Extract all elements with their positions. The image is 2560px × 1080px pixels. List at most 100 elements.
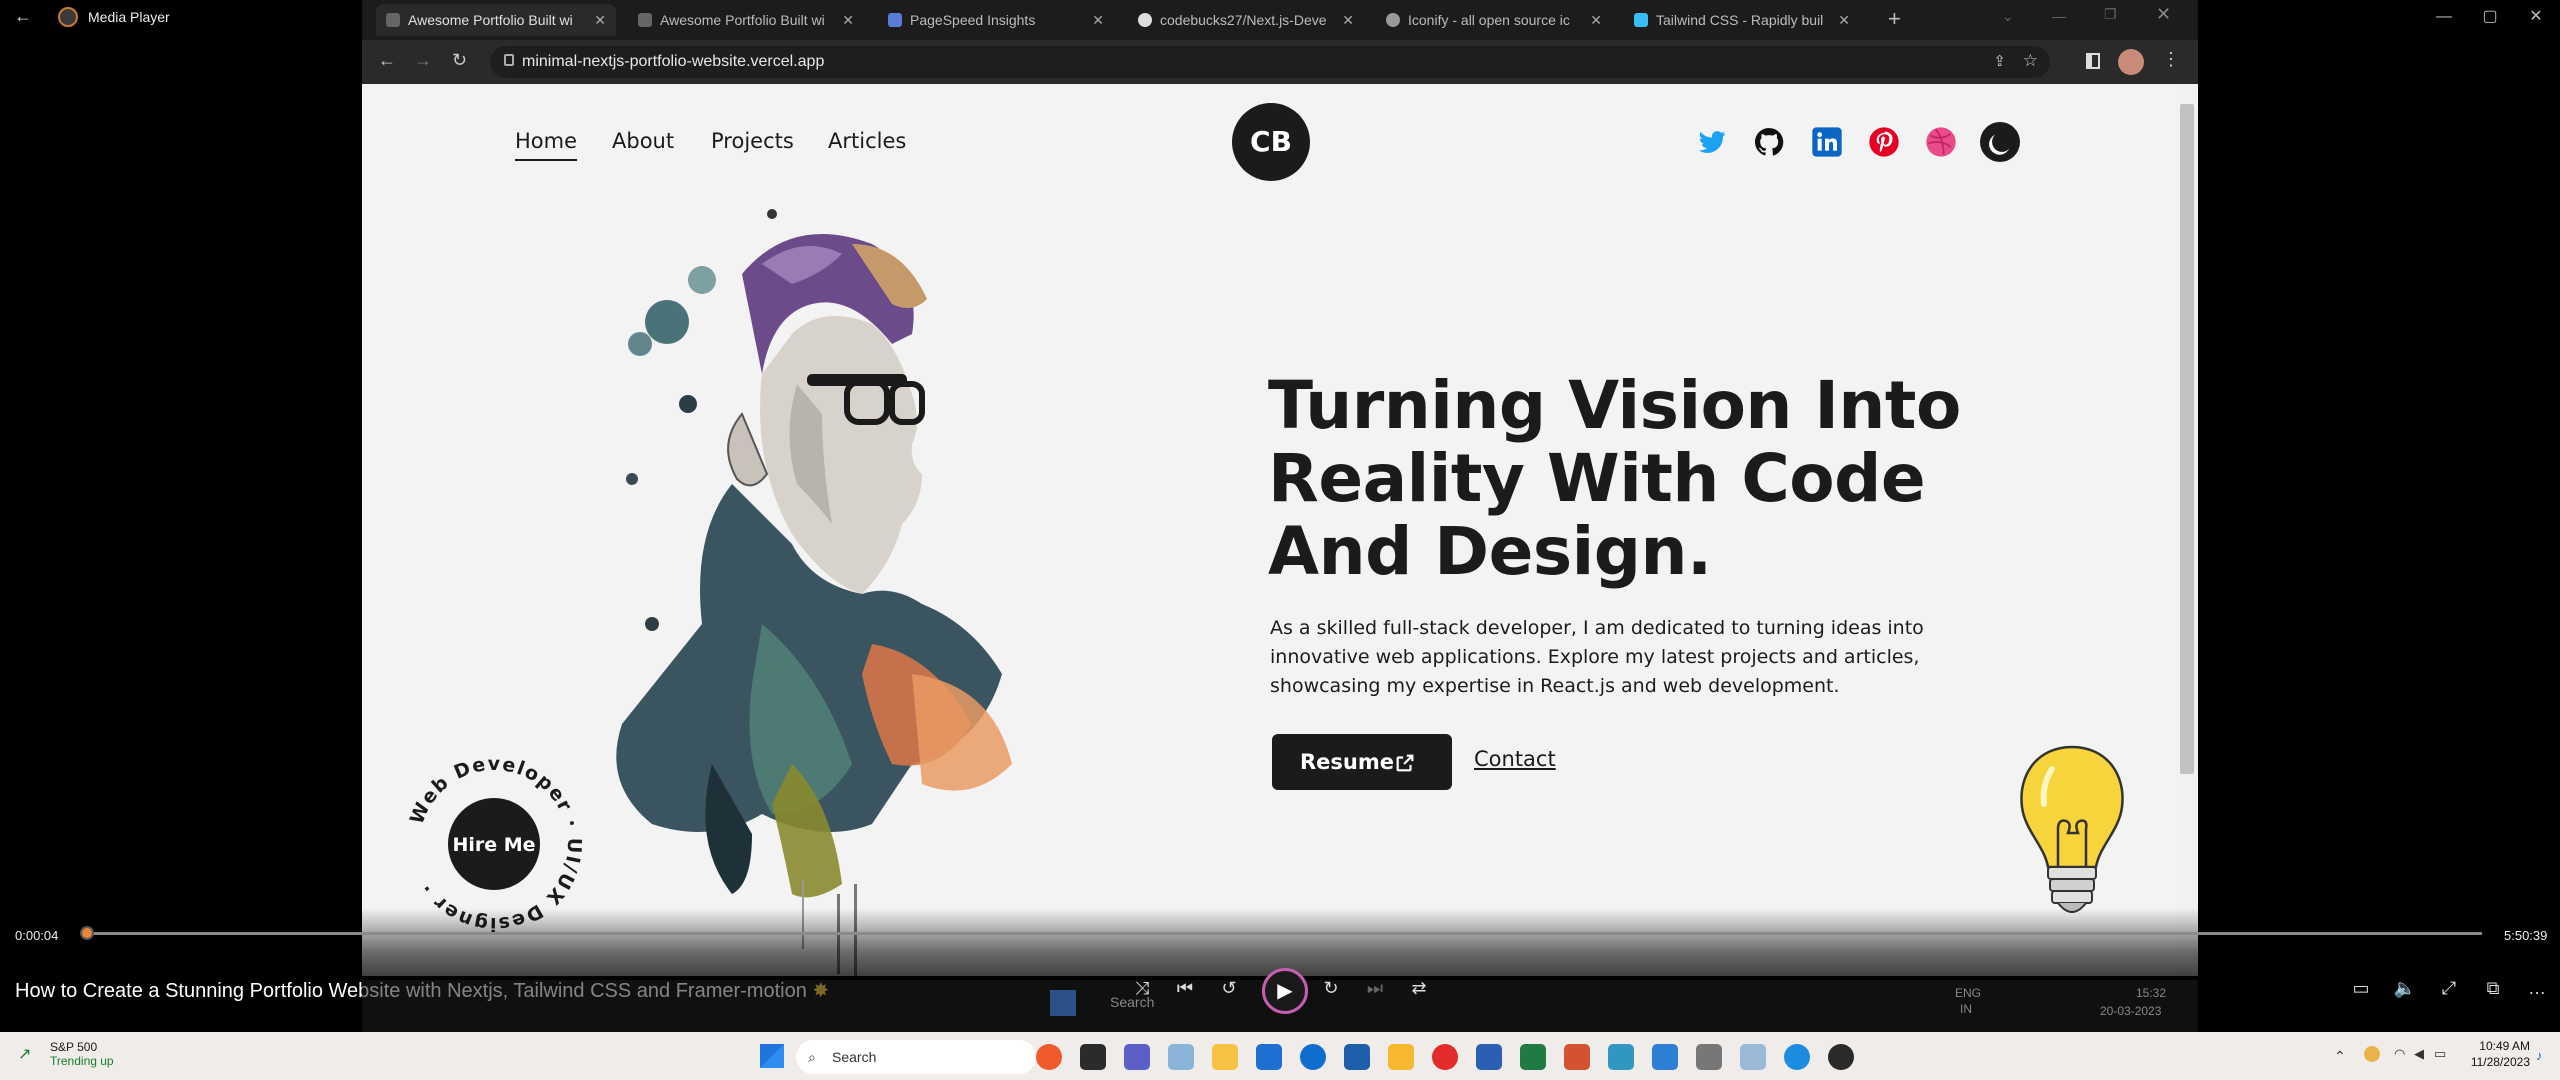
- browser-tab[interactable]: codebucks27/Next.js-Deve ✕: [1128, 4, 1364, 36]
- tab-label: Tailwind CSS - Rapidly buil: [1656, 12, 1824, 28]
- next-icon[interactable]: ⏭: [1360, 978, 1390, 999]
- app-icon[interactable]: [1696, 1044, 1722, 1070]
- subtitles-icon[interactable]: ▭: [2346, 978, 2376, 999]
- edge-icon[interactable]: [1784, 1044, 1810, 1070]
- seek-thumb[interactable]: [80, 926, 94, 940]
- mini-player-icon[interactable]: ⧉: [2478, 978, 2508, 999]
- file-explorer-icon[interactable]: [1212, 1044, 1238, 1070]
- app-title: Media Player: [88, 9, 170, 25]
- profile-avatar[interactable]: [2118, 49, 2144, 75]
- page-scrollbar-thumb[interactable]: [2180, 104, 2194, 774]
- github-icon[interactable]: [1753, 126, 1785, 158]
- tab-search-icon[interactable]: ⌄: [2002, 8, 2014, 25]
- market-title: S&P 500: [50, 1040, 98, 1054]
- fullscreen-icon[interactable]: ⤢: [2434, 978, 2464, 999]
- zoom-icon[interactable]: [1300, 1044, 1326, 1070]
- teams-icon[interactable]: [1124, 1044, 1150, 1070]
- nav-projects[interactable]: Projects: [711, 129, 794, 153]
- browser-restore-icon[interactable]: ❐: [2104, 6, 2117, 23]
- shuffle-icon[interactable]: ⤨: [1127, 978, 1157, 999]
- tray-chevron-icon[interactable]: ⌃: [2334, 1048, 2346, 1065]
- repeat-off-icon[interactable]: ⇄: [1404, 978, 1434, 999]
- close-icon[interactable]: ✕: [2516, 4, 2556, 30]
- seek-bar[interactable]: [86, 932, 2482, 935]
- nav-about[interactable]: About: [612, 129, 674, 153]
- forward-icon[interactable]: →: [414, 50, 432, 71]
- app-icon[interactable]: [1740, 1044, 1766, 1070]
- widgets-icon[interactable]: [1168, 1044, 1194, 1070]
- nav-articles[interactable]: Articles: [828, 129, 906, 153]
- powerpoint-icon[interactable]: [1564, 1044, 1590, 1070]
- clock-date: 11/28/2023: [2470, 1055, 2530, 1069]
- browser-tab[interactable]: Awesome Portfolio Built wi ✕: [376, 4, 616, 36]
- back-arrow-icon[interactable]: ←: [14, 6, 32, 27]
- resume-button[interactable]: Resume: [1272, 734, 1452, 790]
- excel-icon[interactable]: [1520, 1044, 1546, 1070]
- task-view-icon[interactable]: [1080, 1044, 1106, 1070]
- media-player-taskbar-icon[interactable]: [1828, 1044, 1854, 1070]
- app-icon[interactable]: [1388, 1044, 1414, 1070]
- volume-icon[interactable]: 🔈: [2390, 978, 2420, 999]
- notepad-icon[interactable]: [1652, 1044, 1678, 1070]
- back-icon[interactable]: ←: [378, 50, 396, 71]
- trending-up-icon: ↗: [18, 1046, 32, 1063]
- browser-tab[interactable]: Tailwind CSS - Rapidly buil ✕: [1624, 4, 1860, 36]
- tab-label: PageSpeed Insights: [910, 12, 1036, 28]
- new-tab-icon[interactable]: +: [1888, 6, 1901, 32]
- tray-app-icon[interactable]: [2364, 1046, 2380, 1062]
- tab-close-icon[interactable]: ✕: [1838, 4, 1850, 36]
- more-options-icon[interactable]: …: [2522, 978, 2552, 999]
- address-bar[interactable]: minimal-nextjs-portfolio-website.vercel.…: [490, 46, 2050, 78]
- reload-icon[interactable]: ↻: [452, 50, 467, 71]
- taskbar-search-label: Search: [832, 1049, 877, 1065]
- share-icon[interactable]: ⇪: [1993, 52, 2006, 70]
- opera-icon[interactable]: [1432, 1044, 1458, 1070]
- wifi-icon[interactable]: ◠: [2394, 1046, 2405, 1062]
- hire-me-label[interactable]: Hire Me: [452, 834, 535, 856]
- external-link-icon: [1396, 754, 1414, 772]
- browser-tab[interactable]: Iconify - all open source ic ✕: [1376, 4, 1612, 36]
- tab-favicon-icon: [888, 13, 902, 27]
- previous-icon[interactable]: ⏮: [1170, 978, 1200, 999]
- taskbar-search[interactable]: ⌕ Search: [796, 1040, 1036, 1074]
- browser-menu-icon[interactable]: ⋮: [2162, 49, 2180, 70]
- microsoft-store-icon[interactable]: [1256, 1044, 1282, 1070]
- maximize-icon[interactable]: ▢: [2470, 4, 2510, 30]
- colorful-app-icon[interactable]: [1036, 1044, 1062, 1070]
- app-icon[interactable]: [1608, 1044, 1634, 1070]
- tab-close-icon[interactable]: ✕: [1092, 4, 1104, 36]
- browser-tab[interactable]: PageSpeed Insights ✕: [878, 4, 1114, 36]
- side-panel-icon[interactable]: [2086, 53, 2100, 69]
- minimize-icon[interactable]: —: [2424, 4, 2464, 30]
- tab-close-icon[interactable]: ✕: [842, 4, 854, 36]
- dribbble-icon[interactable]: [1925, 126, 1957, 158]
- tab-close-icon[interactable]: ✕: [594, 4, 606, 36]
- linkedin-icon[interactable]: [1811, 126, 1843, 158]
- tab-close-icon[interactable]: ✕: [1590, 4, 1602, 36]
- tab-favicon-icon: [638, 13, 652, 27]
- forward-30-icon[interactable]: ↻: [1316, 978, 1346, 999]
- contact-link[interactable]: Contact: [1474, 747, 1556, 771]
- play-button[interactable]: ▶: [1262, 968, 1308, 1014]
- nav-home[interactable]: Home: [515, 129, 578, 161]
- browser-close-icon[interactable]: ✕: [2156, 4, 2171, 25]
- pinterest-icon[interactable]: [1868, 126, 1900, 158]
- browser-minimize-icon[interactable]: —: [2052, 8, 2066, 24]
- moon-icon[interactable]: [1980, 122, 2020, 162]
- app-icon[interactable]: [1344, 1044, 1370, 1070]
- speaker-icon[interactable]: ◀: [2414, 1046, 2424, 1062]
- recorded-time: 15:32: [2136, 986, 2167, 1000]
- browser-tab[interactable]: Awesome Portfolio Built wi ✕: [628, 4, 864, 36]
- twitter-icon[interactable]: [1696, 126, 1728, 158]
- system-clock[interactable]: 10:49 AM 11/28/2023: [2440, 1038, 2530, 1070]
- bookmark-star-icon[interactable]: ☆: [2023, 51, 2038, 71]
- media-player-app-icon: [58, 7, 78, 27]
- tab-close-icon[interactable]: ✕: [1342, 4, 1354, 36]
- word-icon[interactable]: [1476, 1044, 1502, 1070]
- rewind-10-icon[interactable]: ↺: [1214, 978, 1244, 999]
- url-text: minimal-nextjs-portfolio-website.vercel.…: [522, 53, 825, 70]
- site-logo[interactable]: CB: [1232, 103, 1310, 181]
- notification-bell-icon[interactable]: ♪: [2536, 1048, 2543, 1063]
- tab-favicon-icon: [1138, 13, 1152, 27]
- start-icon[interactable]: [760, 1044, 784, 1068]
